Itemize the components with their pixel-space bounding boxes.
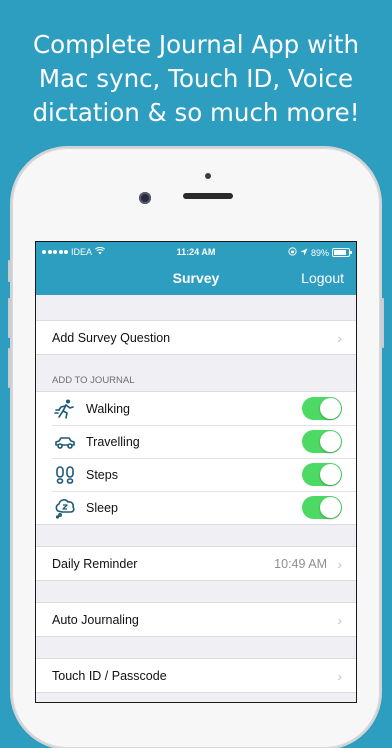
add-survey-question-row[interactable]: Add Survey Question › <box>36 321 356 354</box>
touch-id-passcode-row[interactable]: Touch ID / Passcode › <box>36 659 356 692</box>
reminder-group: Daily Reminder 10:49 AM › <box>36 546 356 581</box>
journal-item-label: Travelling <box>86 434 140 449</box>
journal-row-travelling: Travelling <box>36 425 356 458</box>
add-to-journal-header: ADD TO JOURNAL <box>52 375 135 386</box>
car-icon <box>52 429 78 455</box>
auto-journaling-group: Auto Journaling › <box>36 602 356 637</box>
travelling-toggle[interactable] <box>302 430 342 453</box>
proximity-sensor <box>205 173 211 179</box>
journal-item-label: Sleep <box>86 500 118 515</box>
chevron-right-icon: › <box>337 612 342 628</box>
phone-power-button <box>381 298 384 348</box>
walking-icon <box>52 396 78 422</box>
phone-volume-down <box>8 348 11 388</box>
auto-journaling-label: Auto Journaling <box>52 612 139 627</box>
journal-row-steps: Steps <box>36 458 356 491</box>
journal-group: Walking Travelling Steps Sleep <box>36 391 356 525</box>
daily-reminder-label: Daily Reminder <box>52 556 138 571</box>
promo-headline: Complete Journal App with Mac sync, Touc… <box>0 28 392 130</box>
chevron-right-icon: › <box>337 330 342 346</box>
rotation-lock-icon <box>288 247 297 258</box>
app-screen: IDEA 11:24 AM 89% Survey Logout Add Surv… <box>36 242 356 702</box>
logout-button[interactable]: Logout <box>301 270 344 286</box>
front-camera <box>139 192 151 204</box>
chevron-right-icon: › <box>337 556 342 572</box>
sleep-toggle[interactable] <box>302 496 342 519</box>
promo-line-1: Complete Journal App with <box>32 30 359 59</box>
nav-bar: Survey Logout <box>36 261 356 295</box>
status-bar: IDEA 11:24 AM 89% <box>36 242 356 261</box>
steps-toggle[interactable] <box>302 463 342 486</box>
daily-reminder-time: 10:49 AM <box>274 557 327 571</box>
security-group: Touch ID / Passcode › <box>36 658 356 693</box>
journal-row-sleep: Sleep <box>36 491 356 524</box>
battery-icon <box>332 248 352 257</box>
promo-line-2: Mac sync, Touch ID, Voice <box>38 64 354 93</box>
location-icon <box>300 248 308 258</box>
footprints-icon <box>52 462 78 488</box>
journal-item-label: Steps <box>86 467 118 482</box>
battery-percent: 89% <box>310 247 329 258</box>
auto-journaling-row[interactable]: Auto Journaling › <box>36 603 356 636</box>
journal-item-label: Walking <box>86 401 130 416</box>
daily-reminder-row[interactable]: Daily Reminder 10:49 AM › <box>36 547 356 580</box>
touch-id-passcode-label: Touch ID / Passcode <box>52 668 167 683</box>
survey-group: Add Survey Question › <box>36 320 356 355</box>
journal-row-walking: Walking <box>36 392 356 425</box>
sleep-icon <box>52 495 78 521</box>
walking-toggle[interactable] <box>302 397 342 420</box>
earpiece <box>183 193 233 199</box>
phone-volume-up <box>8 298 11 338</box>
chevron-right-icon: › <box>337 668 342 684</box>
promo-line-3: dictation & so much more! <box>32 98 360 127</box>
add-survey-question-label: Add Survey Question <box>52 330 171 345</box>
phone-mute-switch <box>8 260 11 282</box>
